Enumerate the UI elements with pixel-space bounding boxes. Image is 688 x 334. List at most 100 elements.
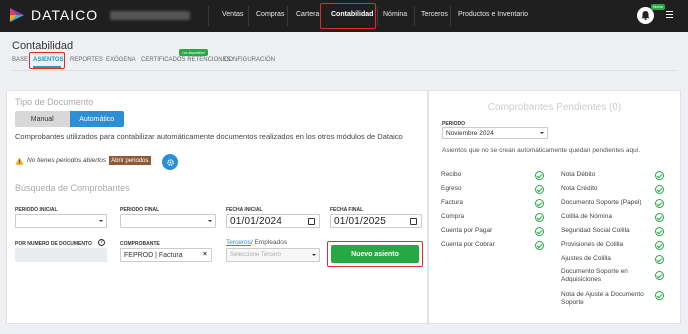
check-icon [535,213,544,222]
nav-divider [248,6,249,26]
header-divider [12,70,677,71]
active-tab-underline [33,66,61,68]
clear-icon[interactable]: × [203,251,207,258]
comprobante-label: COMPROBANTE [120,241,160,247]
fecha-inicial-input[interactable]: 01/01/2024 [226,214,320,228]
chevron-down-icon [99,220,103,222]
help-icon[interactable]: ? [98,239,105,246]
document-type-toggle: Manual Automático [15,111,124,127]
check-icon [535,199,544,208]
list-item-egreso: Egreso [441,185,462,192]
gear-icon [166,158,174,166]
check-icon [655,213,664,222]
list-item-cuenta-cobrar: Cuenta por Cobrar [441,241,495,248]
list-item-nota-debito: Nota Débito [561,171,596,178]
nav-divider [287,6,288,26]
periodo-inicial-select[interactable] [15,214,107,228]
tab-exogena[interactable]: EXÓGENA [106,57,136,63]
check-icon [655,199,664,208]
tab-certificados[interactable]: CERTIFICADOS RETENCIONES [141,57,231,63]
check-icon [655,255,664,264]
list-item-provisiones: Provisiones de Colilla [561,241,624,248]
automatico-button[interactable]: Automático [69,111,124,127]
list-item-nota-credito: Nota Crédito [561,185,598,192]
check-icon [535,171,544,180]
nav-divider [208,6,209,26]
manual-button[interactable]: Manual [15,111,70,127]
nav-divider [414,6,415,26]
tab-base[interactable]: BASE [12,57,28,63]
check-icon [535,185,544,194]
calendar-icon[interactable] [410,218,417,225]
settings-gear-button[interactable] [162,154,178,170]
bell-icon [641,11,650,21]
logo-icon [10,8,24,22]
numero-documento-input[interactable] [15,248,107,262]
fecha-final-label: FECHA FINAL [330,207,364,213]
comprobante-value: FEPROD | Factura [124,251,183,259]
tab-configuracion[interactable]: CONFIGURACIÓN [224,57,275,63]
check-icon [655,171,664,180]
comprobante-select[interactable]: FEPROD | Factura × [120,248,212,262]
tercero-label: Terceros/ Empleados [226,239,287,246]
nuevo-asiento-button[interactable]: Nuevo asiento [331,245,419,263]
list-item-cuenta-pagar: Cuenta por Pagar [441,227,493,234]
check-icon [655,291,664,300]
periodo-final-label: PERIODO FINAL [120,207,160,213]
tab-reportes[interactable]: REPORTES [70,57,103,63]
terceros-link[interactable]: Terceros [226,239,251,246]
periodo-value: Noviembre 2024 [446,129,494,137]
warning-icon [15,156,24,165]
brand-name: DATAICO [31,7,99,23]
periodo-inicial-label: PERIODO INICIAL [15,207,58,213]
empleados-label: / Empleados [250,239,288,246]
list-item-factura: Factura [441,199,464,206]
calendar-icon[interactable] [308,218,315,225]
nav-divider [377,6,378,26]
notification-badge: Nuevo [651,4,666,10]
top-navbar: DATAICO Ventas Compras Cartera Contabili… [0,0,688,32]
numero-documento-label: POR NUMERO DE DOCUMENTO [15,241,92,247]
periods-warning: No tienes periodos abiertos Abrir period… [15,156,151,165]
list-item-documento-soporte: Documento Soporte (Papel) [561,199,642,206]
company-name-blurred [110,11,190,20]
periodo-final-select[interactable] [120,214,216,228]
nav-productos[interactable]: Productos e Inventario [458,11,528,18]
list-item-doc-soporte-adq: Documento Soporte en Adquisiciones [561,268,628,283]
chevron-down-icon [208,220,212,222]
nav-cartera[interactable]: Cartera [296,11,319,18]
chevron-down-icon [312,254,316,256]
warning-text: No tienes periodos abiertos [27,157,107,164]
tercero-select[interactable]: Seleccione Tercero [226,248,320,262]
nav-compras[interactable]: Compras [256,11,284,18]
fecha-final-value: 01/01/2025 [334,215,387,227]
open-periods-button[interactable]: Abrir periodos [109,156,151,165]
nav-ventas[interactable]: Ventas [222,11,243,18]
tab-asientos[interactable]: ASIENTOS [33,57,64,63]
nav-contabilidad[interactable]: Contabilidad [331,11,373,18]
check-icon [655,185,664,194]
nav-terceros[interactable]: Terceros [421,11,448,18]
pendientes-title: Comprobantes Pendientes (0) [487,102,622,113]
list-item-nota-ajuste: Nota de Ajuste a Documento Soporte [561,291,644,306]
list-item-ajustes: Ajustes de Colilla [561,255,611,262]
check-icon [655,241,664,250]
new-feature-badge: ¡Ya disponible! [179,49,208,56]
nav-nomina[interactable]: Nómina [383,11,407,18]
pendientes-note: Asientos que no se crean automáticamente… [442,147,641,154]
fecha-final-input[interactable]: 01/01/2025 [330,214,422,228]
list-item-seguridad-social: Seguridad Social Colilla [561,227,630,234]
check-icon [535,227,544,236]
hamburger-menu-icon[interactable] [666,11,673,20]
list-item-recibo: Recibo [441,171,462,178]
fecha-inicial-value: 01/01/2024 [230,215,283,227]
pendientes-panel [428,90,681,324]
check-icon [535,241,544,250]
check-icon [655,271,664,280]
check-icon [655,227,664,236]
tercero-placeholder: Seleccione Tercero [230,252,281,258]
dataico-logo[interactable]: DATAICO [8,6,98,24]
periodo-select[interactable]: Noviembre 2024 [442,127,548,139]
fecha-inicial-label: FECHA INICIAL [226,207,263,213]
page-title: Contabilidad [12,40,74,52]
